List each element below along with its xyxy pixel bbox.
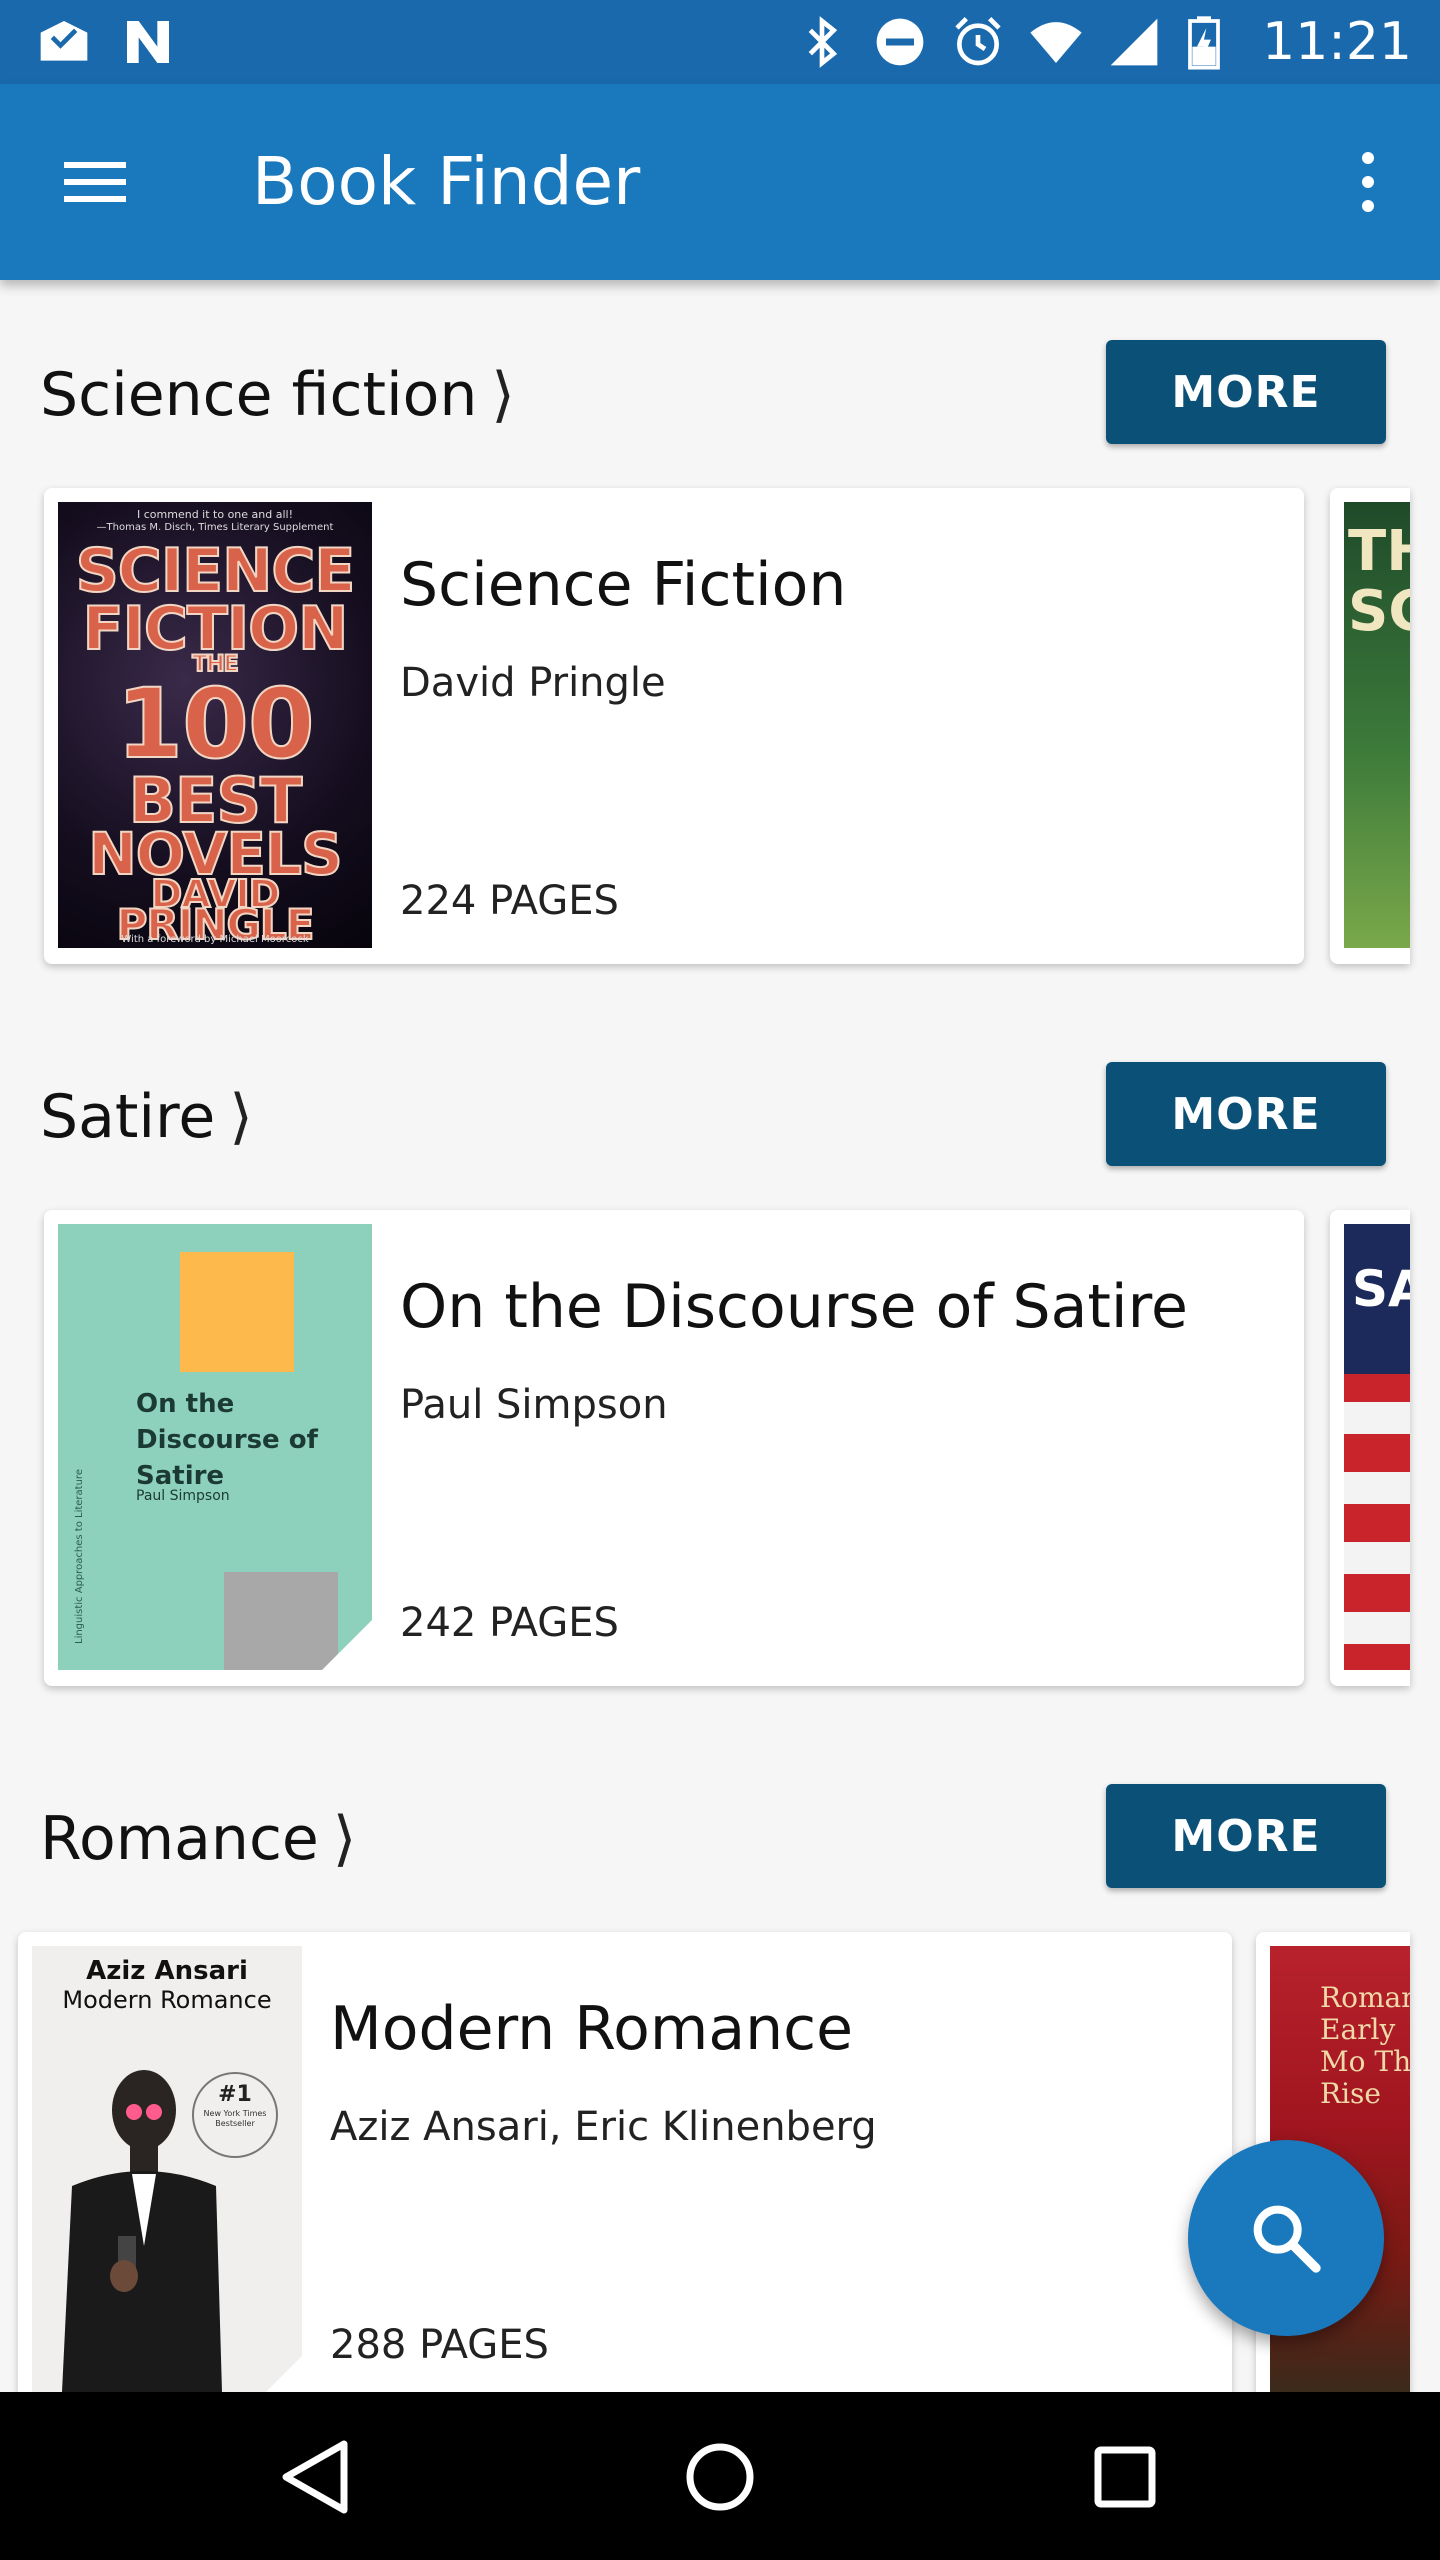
cover-spine: Linguistic Approaches to Literature	[74, 1469, 85, 1644]
book-card-science-fiction[interactable]: I commend it to one and all! —Thomas M. …	[44, 488, 1304, 964]
cover-orange-square	[180, 1252, 294, 1372]
chevron-right-icon: ⟩	[229, 1082, 253, 1152]
cover-author: Aziz Ansari	[86, 1956, 248, 1986]
cover-author: Paul Simpson	[136, 1488, 230, 1504]
status-bar: 11:21	[0, 0, 1440, 84]
section-header-satire: Satire ⟩ MORE	[40, 1062, 1390, 1168]
book-card-peek[interactable]: SA	[1330, 1210, 1410, 1686]
peek-cover-text: SA	[1352, 1260, 1410, 1318]
more-button-science-fiction[interactable]: MORE	[1106, 340, 1386, 444]
book-cover-peek: THE SCI	[1344, 502, 1410, 948]
book-cover-peek: SA	[1344, 1224, 1410, 1670]
n-logo-icon	[120, 14, 176, 70]
more-vert-icon[interactable]	[1348, 146, 1388, 218]
book-pages: 224 PAGES	[400, 878, 619, 924]
section-title-romance[interactable]: Romance ⟩	[40, 1804, 356, 1874]
home-icon[interactable]	[675, 2432, 765, 2522]
section-title-label: Science fiction	[40, 360, 478, 430]
alarm-icon	[950, 14, 1006, 70]
app-title: Book Finder	[252, 143, 641, 220]
bluetooth-icon	[794, 14, 850, 70]
app-bar: Book Finder	[0, 84, 1440, 280]
book-pages: 288 PAGES	[330, 2322, 549, 2368]
book-author: Paul Simpson	[400, 1382, 668, 1428]
book-cover-romance: Aziz Ansari Modern Romance #1 New York T…	[32, 1946, 302, 2392]
book-title: Science Fiction	[400, 550, 847, 620]
book-pages: 242 PAGES	[400, 1600, 619, 1646]
section-title-label: Romance	[40, 1804, 319, 1874]
man-illustration	[62, 2070, 222, 2392]
more-button-romance[interactable]: MORE	[1106, 1784, 1386, 1888]
mail-check-icon	[36, 14, 92, 70]
peek-cover-text: THE SCI	[1348, 519, 1410, 644]
section-title-science-fiction[interactable]: Science fiction ⟩	[40, 360, 515, 430]
section-title-label: Satire	[40, 1082, 216, 1152]
status-time: 11:21	[1262, 12, 1412, 72]
book-card-peek[interactable]: THE SCI	[1330, 488, 1410, 964]
book-title: On the Discourse of Satire	[400, 1272, 1188, 1342]
section-header-romance: Romance ⟩ MORE	[40, 1784, 1390, 1890]
recents-icon[interactable]	[1080, 2432, 1170, 2522]
chevron-right-icon: ⟩	[332, 1804, 357, 1874]
search-fab[interactable]	[1188, 2140, 1384, 2336]
navigation-bar	[0, 2392, 1440, 2560]
back-icon[interactable]	[270, 2432, 360, 2522]
wifi-icon	[1028, 14, 1084, 70]
cover-title: Modern Romance	[62, 1986, 272, 2014]
more-button-satire[interactable]: MORE	[1106, 1062, 1386, 1166]
book-card-romance[interactable]: Aziz Ansari Modern Romance #1 New York T…	[18, 1932, 1232, 2408]
cover-quote-source: —Thomas M. Disch, Times Literary Supplem…	[96, 522, 334, 533]
book-card-satire[interactable]: On the Discourse of Satire Paul Simpson …	[44, 1210, 1304, 1686]
book-title: Modern Romance	[330, 1994, 854, 2064]
book-author: Aziz Ansari, Eric Klinenberg	[330, 2104, 877, 2150]
signal-icon	[1106, 14, 1162, 70]
book-author: David Pringle	[400, 660, 666, 706]
cover-grey-block	[224, 1572, 338, 1670]
book-cover-science-fiction: I commend it to one and all! —Thomas M. …	[58, 502, 372, 948]
page-curl-icon	[266, 2356, 302, 2392]
cover-title: On the Discourse of Satire	[136, 1389, 318, 1491]
page-curl-icon	[322, 1620, 372, 1670]
cover-quote: I commend it to one and all!	[137, 508, 293, 521]
do-not-disturb-icon	[872, 14, 928, 70]
cover-foreword: With a foreword by Michael Moorcock	[121, 934, 309, 945]
section-title-satire[interactable]: Satire ⟩	[40, 1082, 253, 1152]
book-cover-satire: On the Discourse of Satire Paul Simpson …	[58, 1224, 372, 1670]
peek-cover-text: Romance Early Mo The Rise	[1320, 1981, 1410, 2110]
hamburger-menu-icon[interactable]	[56, 150, 140, 214]
search-icon	[1253, 2205, 1321, 2273]
section-header-science-fiction: Science fiction ⟩ MORE	[40, 340, 1390, 446]
chevron-right-icon: ⟩	[491, 360, 515, 430]
battery-charging-icon	[1184, 14, 1240, 70]
